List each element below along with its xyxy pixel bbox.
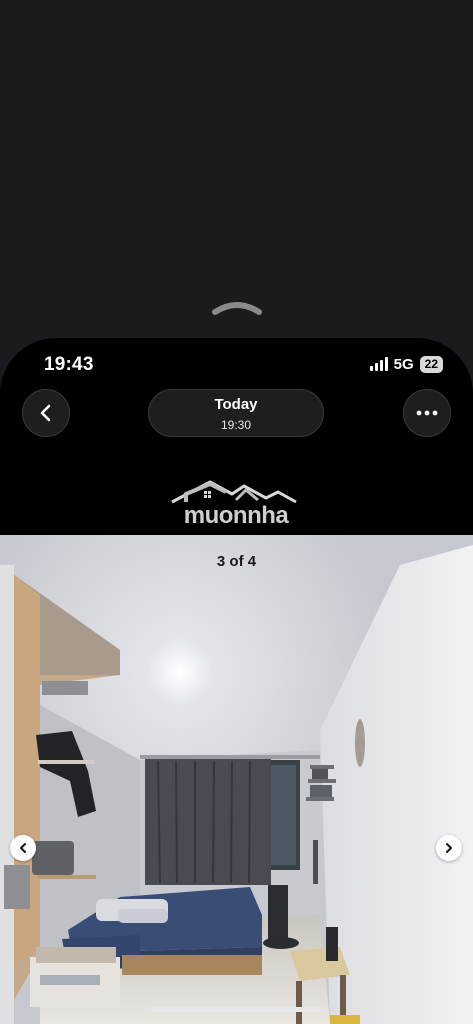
network-type: 5G <box>393 355 414 373</box>
signal-icon <box>369 357 388 371</box>
battery-icon: 22 <box>419 355 443 373</box>
bedroom-image <box>0 535 473 1024</box>
date-time: 19:30 <box>220 418 252 432</box>
app-switcher-background <box>0 0 473 340</box>
photo-counter: 3 of 4 <box>216 553 257 570</box>
chevron-up-icon[interactable] <box>211 300 263 316</box>
date-header[interactable]: Today 19:30 <box>148 389 324 437</box>
previous-photo-button[interactable] <box>10 835 36 861</box>
home-indicator[interactable] <box>151 1007 321 1012</box>
status-time: 19:43 <box>44 354 94 375</box>
room-photo[interactable]: 3 of 4 <box>0 535 473 1024</box>
back-button[interactable] <box>22 389 70 437</box>
more-options-button[interactable] <box>403 389 451 437</box>
date-title: Today <box>214 396 258 413</box>
status-bar-right: 5G 22 <box>369 355 443 373</box>
next-photo-button[interactable] <box>436 835 462 861</box>
phone-screen: 19:43 5G 22 Today 19:30 muonnha 3 of 4 <box>0 338 473 1024</box>
chevron-left-icon <box>40 404 51 422</box>
watermark-text: muonnha <box>183 502 289 529</box>
chevron-left-icon <box>20 843 26 853</box>
ellipsis-icon <box>416 410 438 416</box>
chevron-right-icon <box>446 843 452 853</box>
